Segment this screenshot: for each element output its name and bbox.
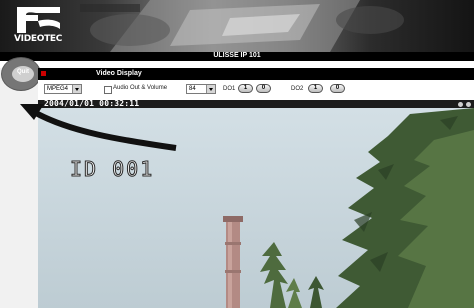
page: VIDEOTEC ULISSE IP 101 >> Quit Video Dis… xyxy=(0,0,474,308)
annotation-arrow-icon xyxy=(20,104,177,151)
